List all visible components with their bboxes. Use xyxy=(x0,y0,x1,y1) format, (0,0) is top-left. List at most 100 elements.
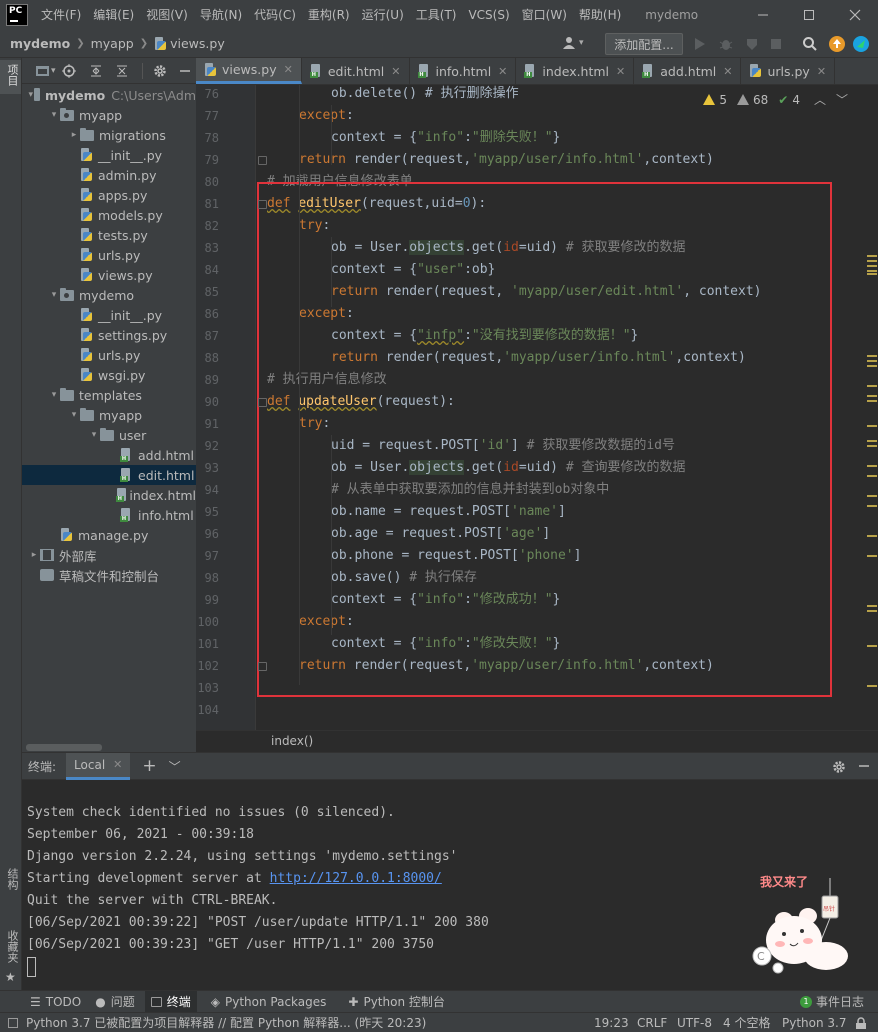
tree-item[interactable]: ▾ myapp xyxy=(22,105,196,125)
tree-item[interactable]: admin.py xyxy=(22,165,196,185)
menu-code[interactable]: 代码(C) xyxy=(248,0,302,30)
stripe-marker[interactable] xyxy=(867,605,877,607)
tree-item[interactable]: Hadd.html xyxy=(22,445,196,465)
breadcrumb-project[interactable]: mydemo xyxy=(10,36,70,51)
stripe-marker[interactable] xyxy=(867,505,877,507)
fold-marker-icon[interactable] xyxy=(258,398,267,407)
collapse-all-icon[interactable] xyxy=(116,65,128,77)
tree-item[interactable]: wsgi.py xyxy=(22,365,196,385)
vcs-user-widget[interactable]: ▾ xyxy=(562,36,584,50)
stripe-marker[interactable] xyxy=(867,355,877,357)
stripe-marker[interactable] xyxy=(867,645,877,647)
tree-item[interactable]: urls.py xyxy=(22,245,196,265)
menu-view[interactable]: 视图(V) xyxy=(140,0,194,30)
editor-tab[interactable]: Hinfo.html ✕ xyxy=(410,58,517,84)
fold-marker-icon[interactable] xyxy=(258,662,267,671)
file-encoding[interactable]: UTF-8 xyxy=(677,1016,712,1030)
tree-item[interactable]: ▾ mydemo xyxy=(22,285,196,305)
jetbrains-toolbox-icon[interactable] xyxy=(852,35,870,53)
indent-setting[interactable]: 4 个空格 xyxy=(723,1014,770,1031)
server-url-link[interactable]: http://127.0.0.1:8000/ xyxy=(270,871,442,886)
menu-vcs[interactable]: VCS(S) xyxy=(462,0,515,30)
update-icon[interactable] xyxy=(828,35,846,53)
lock-icon[interactable] xyxy=(854,1017,868,1030)
editor-tab[interactable]: Hindex.html ✕ xyxy=(516,58,635,84)
toggle-tool-windows-icon[interactable] xyxy=(8,1017,18,1028)
tree-item[interactable]: Hindex.html xyxy=(22,485,196,505)
close-tab-icon[interactable]: ✕ xyxy=(817,65,826,78)
search-icon[interactable] xyxy=(802,36,818,52)
tree-item[interactable]: ▾ templates xyxy=(22,385,196,405)
todo-tool-button[interactable]: ☰ TODO xyxy=(30,995,81,1009)
stripe-marker[interactable] xyxy=(867,425,877,427)
run-icon[interactable] xyxy=(694,37,706,51)
stripe-marker[interactable] xyxy=(867,270,877,272)
chevron-right-icon[interactable]: ▸ xyxy=(68,130,80,140)
close-tab-icon[interactable]: ✕ xyxy=(391,65,400,78)
tree-item[interactable]: ▾ myapp xyxy=(22,405,196,425)
menu-tools[interactable]: 工具(T) xyxy=(410,0,463,30)
menu-edit[interactable]: 编辑(E) xyxy=(87,0,140,30)
error-stripe[interactable] xyxy=(864,85,878,730)
breadcrumb-folder[interactable]: myapp xyxy=(91,36,134,51)
tree-item[interactable]: manage.py xyxy=(22,525,196,545)
fold-marker-icon[interactable] xyxy=(258,156,267,165)
tree-item[interactable]: ▸ 外部库 xyxy=(22,545,196,565)
new-terminal-icon[interactable]: + xyxy=(142,756,156,776)
chevron-down-icon[interactable]: ▾ xyxy=(51,66,56,76)
tree-item[interactable]: 草稿文件和控制台 xyxy=(22,565,196,585)
tree-item[interactable]: Hinfo.html xyxy=(22,505,196,525)
project-tool-button[interactable]: 项目 xyxy=(0,60,21,94)
chevron-down-icon[interactable]: ▾ xyxy=(48,290,60,300)
python-packages-tool-button[interactable]: ◈ Python Packages xyxy=(211,995,327,1009)
tree-item[interactable]: urls.py xyxy=(22,345,196,365)
stripe-marker[interactable] xyxy=(867,385,877,387)
tree-item[interactable]: ▾ user xyxy=(22,425,196,445)
tree-item[interactable]: settings.py xyxy=(22,325,196,345)
expand-all-icon[interactable] xyxy=(90,65,102,77)
stop-icon[interactable] xyxy=(770,38,782,50)
terminal-tool-button[interactable]: 终端 xyxy=(144,991,197,1012)
editor-tab[interactable]: Hedit.html ✕ xyxy=(302,58,410,84)
python-console-tool-button[interactable]: ✚ Python 控制台 xyxy=(348,993,444,1010)
menu-navigate[interactable]: 导航(N) xyxy=(194,0,248,30)
chevron-down-icon[interactable]: ▾ xyxy=(28,90,34,100)
structure-tool-button[interactable]: 结构 xyxy=(4,868,20,890)
close-tab-icon[interactable]: ✕ xyxy=(616,65,625,78)
chevron-down-icon[interactable]: ▾ xyxy=(88,430,100,440)
close-tab-icon[interactable]: ✕ xyxy=(284,63,293,76)
inspection-widget[interactable]: 5 68 ✔ 4 ︿ ﹀ xyxy=(703,91,848,108)
locate-file-icon[interactable] xyxy=(61,63,76,78)
horizontal-scrollbar[interactable] xyxy=(26,744,102,751)
code-editor[interactable]: 76 77 78 79 80 81 82 83 84 85 86 87 88 89 90 91 92 93 94 95… xyxy=(196,85,878,730)
line-separator[interactable]: CRLF xyxy=(637,1016,667,1030)
stripe-marker[interactable] xyxy=(867,445,877,447)
chevron-down-icon[interactable]: ▾ xyxy=(48,390,60,400)
minimize-button[interactable] xyxy=(740,0,786,30)
editor-tab[interactable]: Hadd.html ✕ xyxy=(634,58,742,84)
stripe-marker[interactable] xyxy=(867,255,877,257)
terminal-output[interactable]: System check identified no issues (0 sil… xyxy=(22,780,878,990)
stripe-marker[interactable] xyxy=(867,273,877,275)
editor-tab[interactable]: views.py ✕ xyxy=(196,58,302,84)
tree-item[interactable]: models.py xyxy=(22,205,196,225)
next-highlight-icon[interactable]: ﹀ xyxy=(836,91,848,108)
stripe-marker[interactable] xyxy=(867,475,877,477)
tree-item[interactable]: __init__.py xyxy=(22,145,196,165)
debug-icon[interactable] xyxy=(718,36,734,52)
favorites-tool-button[interactable]: 收藏夹 xyxy=(4,930,20,963)
problems-tool-button[interactable]: ● 问题 xyxy=(95,993,135,1010)
maximize-button[interactable] xyxy=(786,0,832,30)
chevron-down-icon[interactable]: ﹀ xyxy=(169,758,181,775)
tree-item[interactable]: tests.py xyxy=(22,225,196,245)
menu-file[interactable]: 文件(F) xyxy=(35,0,87,30)
chevron-down-icon[interactable]: ▾ xyxy=(48,110,60,120)
stripe-marker[interactable] xyxy=(867,555,877,557)
breadcrumb-file[interactable]: views.py xyxy=(170,36,225,51)
hide-panel-icon[interactable] xyxy=(858,760,870,772)
tree-item[interactable]: __init__.py xyxy=(22,305,196,325)
hide-panel-icon[interactable] xyxy=(179,65,191,77)
tree-item[interactable]: ▾ mydemo C:\Users\Adm xyxy=(22,85,196,105)
event-log-button[interactable]: 1 事件日志 xyxy=(800,993,864,1010)
stripe-marker[interactable] xyxy=(867,685,877,687)
